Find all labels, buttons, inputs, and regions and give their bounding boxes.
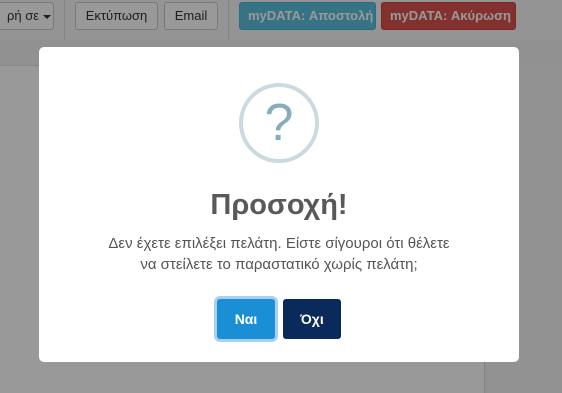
question-icon: ?: [239, 83, 319, 163]
confirm-dialog: ? Προσοχή! Δεν έχετε επιλέξει πελάτη. Εί…: [39, 47, 519, 362]
dialog-message-line: Δεν έχετε επιλέξει πελάτη. Είστε σίγουρο…: [108, 235, 450, 252]
dialog-message-line: να στείλετε το παραστατικό χωρίς πελάτη;: [140, 256, 418, 273]
question-icon-glyph: ?: [264, 94, 294, 152]
confirm-no-button[interactable]: Όχι: [283, 299, 341, 339]
dialog-title: Προσοχή!: [210, 189, 348, 221]
app-page: ρή σε Εκτύπωση Email myDATA: Αποστολή my…: [0, 0, 562, 393]
dialog-message: Δεν έχετε επιλέξει πελάτη. Είστε σίγουρο…: [69, 233, 489, 275]
confirm-yes-button[interactable]: Ναι: [217, 299, 275, 339]
